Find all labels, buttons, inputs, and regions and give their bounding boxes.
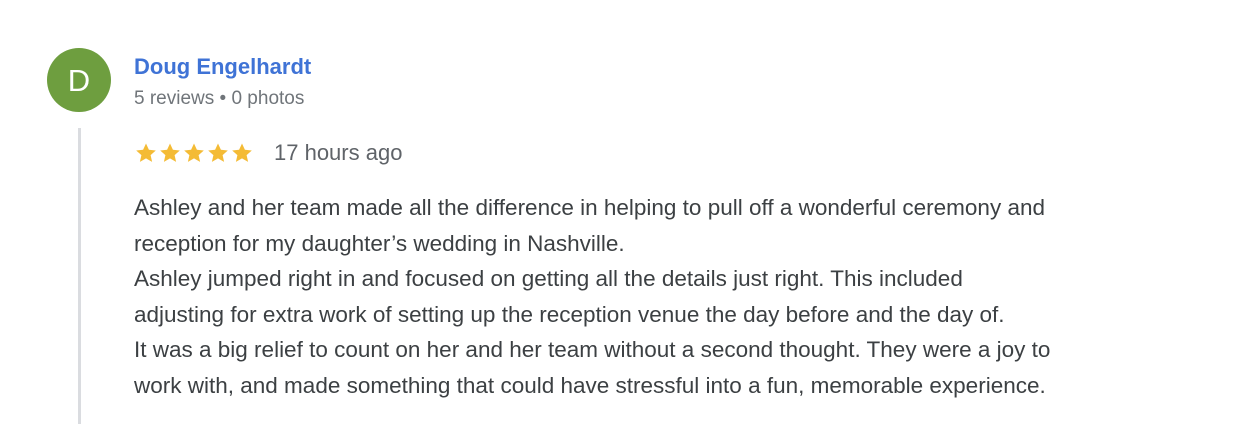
review-text-line: Ashley jumped right in and focused on ge… [134, 266, 963, 291]
review-text: Ashley and her team made all the differe… [134, 190, 1214, 403]
star-icon [208, 143, 228, 162]
review-divider [78, 128, 81, 424]
reviewer-avatar[interactable]: D [47, 48, 111, 112]
review-text-line: work with, and made something that could… [134, 372, 1046, 398]
review-text-line: Ashley and her team made all the differe… [134, 195, 1045, 220]
review-text-line: It was a big relief to count on her and … [134, 337, 1051, 362]
avatar-initial: D [67, 62, 91, 98]
star-icon [232, 143, 252, 162]
review-card: D Doug Engelhardt 5 reviews • 0 photos 1… [0, 0, 1238, 424]
reviewer-stats: 5 reviews • 0 photos [134, 88, 305, 109]
rating-row: 17 hours ago [134, 138, 402, 168]
star-icon [184, 143, 204, 162]
star-rating [134, 141, 254, 165]
star-icon [136, 143, 156, 162]
review-time: 17 hours ago [274, 140, 403, 165]
review-text-line: reception for my daughter’s wedding in N… [134, 230, 625, 256]
star-icon [160, 143, 180, 162]
reviewer-name-link[interactable]: Doug Engelhardt [134, 53, 311, 81]
review-text-line: adjusting for extra work of setting up t… [134, 301, 1005, 327]
